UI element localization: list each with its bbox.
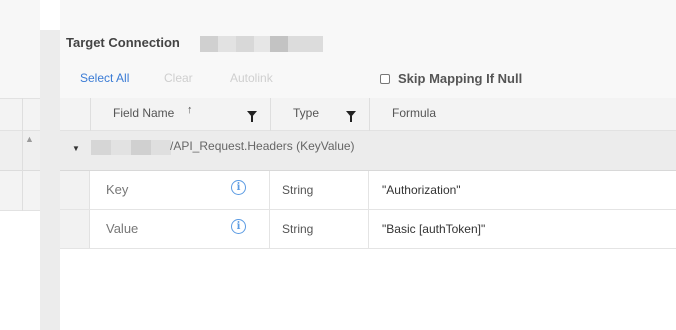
formula-cell[interactable]: "Authorization" <box>382 183 461 197</box>
source-row[interactable] <box>0 131 40 171</box>
column-header-field-name[interactable]: Field Name ↑ <box>90 98 270 131</box>
filter-icon[interactable] <box>247 111 257 122</box>
table-row[interactable]: Key i String "Authorization" <box>60 171 676 210</box>
info-icon[interactable]: i <box>231 180 246 195</box>
skip-mapping-label: Skip Mapping If Null <box>398 71 523 86</box>
mapping-table-header: Field Name ↑ Type Formula <box>60 98 676 131</box>
source-table-header <box>0 98 40 131</box>
table-row[interactable]: Value i String "Basic [authToken]" <box>60 210 676 249</box>
field-name-cell: Key <box>106 182 129 197</box>
row-gutter[interactable] <box>60 171 90 209</box>
group-row[interactable]: ▼ /API_Request.Headers (KeyValue) <box>60 131 676 171</box>
mapping-editor: ▲ Target Connection Select All Clear Aut… <box>0 0 676 330</box>
column-divider <box>368 171 369 209</box>
skip-mapping-checkbox[interactable] <box>380 73 390 84</box>
column-header-type[interactable]: Type <box>270 98 369 131</box>
source-pane-header <box>0 0 40 98</box>
type-cell: String <box>282 183 314 197</box>
collapse-caret-icon[interactable]: ▼ <box>72 144 80 153</box>
row-gutter[interactable] <box>60 210 90 248</box>
filter-icon[interactable] <box>346 111 356 122</box>
type-cell: String <box>282 222 314 236</box>
type-header-label: Type <box>293 106 320 120</box>
vertical-scrollbar[interactable] <box>40 30 60 330</box>
field-name-header-label: Field Name <box>113 106 175 120</box>
autolink-link[interactable]: Autolink <box>230 71 273 85</box>
skip-mapping-toggle[interactable]: Skip Mapping If Null <box>380 71 522 86</box>
target-connection-title: Target Connection <box>66 35 180 50</box>
target-pane: Target Connection Select All Clear Autol… <box>60 0 676 330</box>
column-header-formula[interactable]: Formula <box>369 98 676 131</box>
header-gutter <box>60 98 90 131</box>
redacted-connection-name <box>200 36 323 52</box>
redacted-path <box>91 140 171 155</box>
formula-cell[interactable]: "Basic [authToken]" <box>382 222 485 236</box>
source-divider <box>22 98 23 211</box>
clear-link[interactable]: Clear <box>164 71 193 85</box>
field-name-cell: Value <box>106 221 139 236</box>
sort-ascending-icon[interactable]: ↑ <box>187 104 193 116</box>
source-row[interactable] <box>0 171 40 211</box>
source-pane <box>0 0 40 330</box>
column-divider <box>269 210 270 248</box>
info-icon[interactable]: i <box>231 219 246 234</box>
column-divider <box>368 210 369 248</box>
column-divider <box>269 171 270 209</box>
group-label: /API_Request.Headers (KeyValue) <box>170 139 355 153</box>
scroll-up-icon[interactable]: ▲ <box>25 134 34 144</box>
target-header-area: Target Connection Select All Clear Autol… <box>60 0 676 98</box>
select-all-link[interactable]: Select All <box>80 71 129 85</box>
formula-header-label: Formula <box>392 106 437 120</box>
